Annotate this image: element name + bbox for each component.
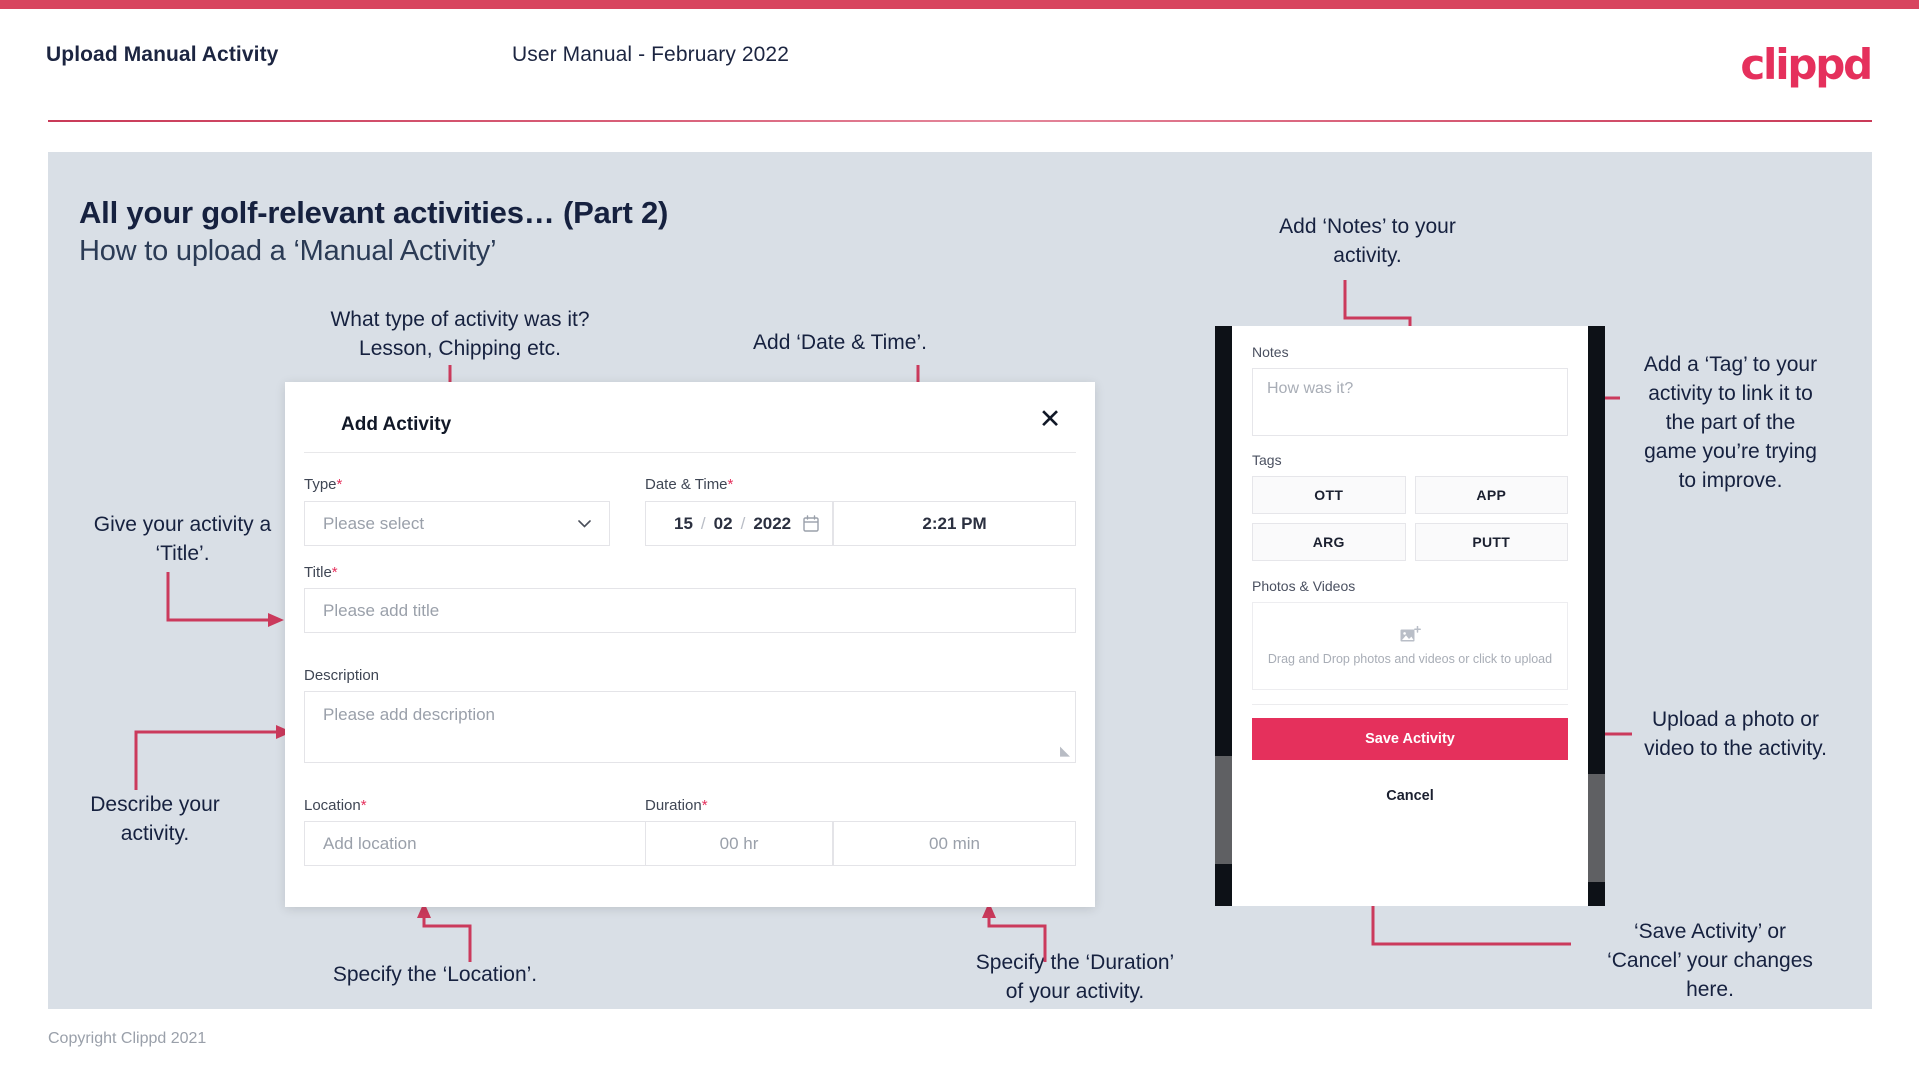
phone-photos-label: Photos & Videos (1252, 578, 1356, 594)
annotation-type: What type of activity was it? Lesson, Ch… (330, 308, 590, 360)
title-label-text: Title (304, 564, 332, 581)
duration-hours-placeholder: 00 hr (719, 833, 759, 853)
arrow-to-location-field (410, 900, 530, 980)
header-divider (48, 120, 1872, 122)
annotation-photos: Upload a photo or video to the activity. (1644, 708, 1827, 760)
phone-notes-placeholder: How was it? (1267, 380, 1354, 397)
annotation-tags: Add a ‘Tag’ to your activity to link it … (1643, 353, 1818, 492)
location-label-text: Location (304, 797, 361, 814)
phone-notes-input[interactable]: How was it? (1252, 368, 1568, 436)
top-brand-bar (0, 0, 1919, 9)
location-required-star: * (360, 797, 367, 814)
description-label-text: Description (304, 667, 380, 684)
add-activity-modal: Add Activity ✕ Type* Please select Date … (285, 382, 1095, 907)
tag-ott[interactable]: OTT (1252, 476, 1406, 514)
modal-divider (304, 452, 1076, 453)
date-month: 02 (713, 513, 733, 533)
type-placeholder: Please select (323, 513, 425, 533)
arrow-to-duration-field (975, 900, 1095, 980)
date-input[interactable]: 15 / 02 / 2022 (645, 501, 833, 546)
description-label: Description (304, 667, 379, 684)
date-day: 15 (674, 513, 693, 533)
duration-minutes-placeholder: 00 min (928, 833, 981, 853)
location-placeholder: Add location (323, 833, 417, 853)
description-placeholder: Please add description (323, 705, 496, 724)
slide-page: Upload Manual Activity User Manual - Feb… (0, 0, 1919, 1079)
modal-title: Add Activity (341, 414, 452, 435)
resize-handle-icon[interactable]: ◢ (1060, 743, 1070, 759)
description-textarea[interactable]: Please add description ◢ (304, 691, 1076, 763)
phone-divider (1252, 704, 1568, 705)
annotation-title: Give your activity a ‘Title’. (93, 513, 272, 565)
cancel-button[interactable]: Cancel (1252, 788, 1568, 804)
location-input[interactable]: Add location (304, 821, 674, 866)
date-year: 2022 (753, 513, 792, 533)
datetime-label: Date & Time* (645, 476, 733, 493)
phone-screen: Notes How was it? Tags OTT APP ARG PUTT … (1232, 326, 1588, 906)
save-activity-button[interactable]: Save Activity (1252, 718, 1568, 760)
type-label: Type* (304, 476, 342, 493)
phone-tags-label: Tags (1252, 452, 1282, 468)
phone-upload-dropzone[interactable]: Drag and Drop photos and videos or click… (1252, 602, 1568, 690)
duration-required-star: * (701, 797, 708, 814)
duration-minutes-input[interactable]: 00 min (833, 821, 1076, 866)
chevron-down-icon (578, 519, 591, 528)
datetime-required-star: * (727, 476, 734, 493)
datetime-label-text: Date & Time (645, 476, 728, 493)
location-label: Location* (304, 797, 367, 814)
phone-side-button-left (1215, 756, 1232, 864)
duration-label-text: Duration (645, 797, 702, 814)
date-sep-1: / (700, 513, 706, 533)
header-center-title: User Manual - February 2022 (512, 43, 789, 66)
annotation-notes: Add ‘Notes’ to your activity. (1279, 215, 1456, 267)
arrow-to-description-field (128, 712, 308, 802)
annotation-save: ‘Save Activity’ or ‘Cancel’ your changes… (1607, 920, 1813, 1001)
tag-putt[interactable]: PUTT (1414, 523, 1568, 561)
tag-app[interactable]: APP (1414, 476, 1568, 514)
duration-label: Duration* (645, 797, 708, 814)
duration-hours-input[interactable]: 00 hr (645, 821, 833, 866)
type-select[interactable]: Please select (304, 501, 610, 546)
type-required-star: * (336, 476, 343, 493)
phone-side-button-right (1588, 774, 1605, 882)
phone-tags-grid: OTT APP ARG PUTT (1252, 476, 1568, 561)
time-input[interactable]: 2:21 PM (833, 501, 1076, 546)
time-value: 2:21 PM (922, 513, 987, 533)
footer-copyright: Copyright Clippd 2021 (48, 1030, 207, 1047)
phone-mockup: Notes How was it? Tags OTT APP ARG PUTT … (1215, 326, 1605, 906)
title-required-star: * (331, 564, 338, 581)
annotation-datetime: Add ‘Date & Time’. (753, 331, 927, 354)
calendar-icon[interactable] (803, 515, 819, 532)
close-icon[interactable]: ✕ (1033, 402, 1067, 436)
slide-title: All your golf-relevant activities… (Part… (79, 195, 669, 230)
clippd-logo: clippd (1740, 40, 1873, 89)
title-label: Title* (304, 564, 338, 581)
date-sep-2: / (740, 513, 746, 533)
add-image-icon (1400, 625, 1421, 641)
arrow-to-title-field (160, 572, 300, 662)
title-input[interactable]: Please add title (304, 588, 1076, 633)
slide-subtitle: How to upload a ‘Manual Activity’ (79, 235, 497, 267)
phone-dropzone-text: Drag and Drop photos and videos or click… (1267, 651, 1553, 666)
type-label-text: Type (304, 476, 337, 493)
phone-notes-label: Notes (1252, 344, 1289, 360)
header-left-title: Upload Manual Activity (46, 43, 279, 66)
title-placeholder: Please add title (323, 600, 440, 620)
tag-arg[interactable]: ARG (1252, 523, 1406, 561)
